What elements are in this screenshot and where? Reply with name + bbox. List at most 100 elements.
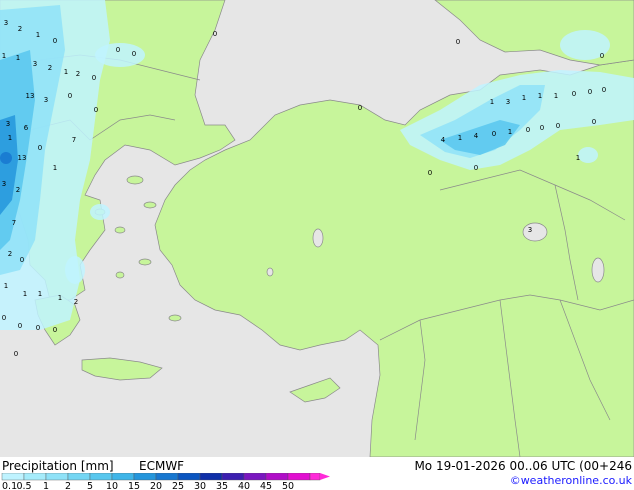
map-value: 0 bbox=[53, 37, 57, 45]
scale-swatch bbox=[133, 473, 157, 481]
scale-swatch bbox=[265, 473, 289, 481]
lake bbox=[266, 267, 274, 277]
map-value: 0 bbox=[53, 326, 57, 334]
lake bbox=[312, 228, 324, 248]
map-value: 1 bbox=[576, 154, 580, 162]
precip-max bbox=[0, 152, 12, 164]
scale-swatch bbox=[221, 473, 245, 481]
map-value: 2 bbox=[76, 70, 80, 78]
scale-label: 1 bbox=[43, 481, 49, 490]
map-value: 3 bbox=[2, 180, 6, 188]
map-value: 2 bbox=[8, 250, 12, 258]
scale-label: 45 bbox=[260, 481, 272, 490]
scale-swatch bbox=[1, 473, 25, 481]
map-value: 0 bbox=[36, 324, 40, 332]
map-value: 0 bbox=[38, 144, 42, 152]
map-value: 0 bbox=[526, 126, 530, 134]
map-value: 3 bbox=[6, 120, 10, 128]
map-value: 0 bbox=[14, 350, 18, 358]
map-value: 7 bbox=[72, 136, 76, 144]
map-value: 0 bbox=[18, 322, 22, 330]
map-value: 0 bbox=[20, 256, 24, 264]
island bbox=[143, 201, 157, 209]
valid-time: Mo 19-01-2026 00..06 UTC (00+246 bbox=[414, 459, 632, 473]
scale-label: 20 bbox=[150, 481, 162, 490]
scale-label: 10 bbox=[106, 481, 118, 490]
scale-label: 0.1 bbox=[2, 481, 17, 490]
map-value: 0 bbox=[92, 74, 96, 82]
scale-label: 15 bbox=[128, 481, 140, 490]
map-value: 13 bbox=[18, 154, 27, 162]
scale-label: 50 bbox=[282, 481, 294, 490]
island bbox=[114, 226, 126, 234]
map-title: Precipitation [mm] bbox=[2, 459, 114, 473]
precipitation-map: 321013 2 112 013 3 03 61 701313272011 1 1 200 0 0000… bbox=[0, 0, 634, 457]
map-value: 1 bbox=[16, 54, 20, 62]
island bbox=[168, 314, 182, 322]
scale-swatch bbox=[177, 473, 201, 481]
island bbox=[126, 175, 144, 185]
lake bbox=[591, 257, 605, 283]
map-value: 1 bbox=[2, 52, 6, 60]
map-value: 3 bbox=[4, 19, 8, 27]
scale-swatch bbox=[23, 473, 47, 481]
scale-label: 25 bbox=[172, 481, 184, 490]
precip-light bbox=[65, 256, 85, 284]
map-value: 2 bbox=[18, 25, 22, 33]
map-value: 0 bbox=[540, 124, 544, 132]
map-value: 1 bbox=[38, 290, 42, 298]
scale-label: 35 bbox=[216, 481, 228, 490]
map-value: 7 bbox=[12, 219, 16, 227]
scale-label: 40 bbox=[238, 481, 250, 490]
map-value: 1 bbox=[53, 164, 57, 172]
map-value: 1 bbox=[8, 134, 12, 142]
scale-label: 2 bbox=[65, 481, 71, 490]
map-value: 0 bbox=[474, 164, 478, 172]
map-value: 0 bbox=[68, 92, 72, 100]
scale-swatch bbox=[45, 473, 69, 481]
map-value: 2 bbox=[48, 64, 52, 72]
map-value: 2 bbox=[16, 186, 20, 194]
map-value: 0 bbox=[428, 169, 432, 177]
map-value: 1 bbox=[508, 128, 512, 136]
map-value: 0 bbox=[116, 46, 120, 54]
scale-swatch bbox=[287, 473, 311, 481]
map-value: 0 bbox=[2, 314, 6, 322]
scale-swatch bbox=[111, 473, 135, 481]
map-value: 1 bbox=[554, 92, 558, 100]
map-value: 1 bbox=[458, 134, 462, 142]
map-value: 0 bbox=[358, 104, 362, 112]
map-value: 3 bbox=[528, 226, 532, 234]
scale-arrow bbox=[320, 473, 330, 480]
precip-light bbox=[90, 204, 110, 220]
map-value: 1 bbox=[64, 68, 68, 76]
island bbox=[115, 271, 125, 279]
credit-link[interactable]: ©weatheronline.co.uk bbox=[510, 474, 632, 487]
map-value: 3 bbox=[44, 96, 48, 104]
scale-label: 30 bbox=[194, 481, 206, 490]
map-value: 3 bbox=[506, 98, 510, 106]
scale-swatch bbox=[67, 473, 91, 481]
precip-light bbox=[578, 147, 598, 163]
island bbox=[138, 258, 152, 266]
scale-label: 5 bbox=[87, 481, 93, 490]
scale-swatch bbox=[199, 473, 223, 481]
map-value: 0 bbox=[602, 86, 606, 94]
map-value: 1 bbox=[538, 92, 542, 100]
map-value: 13 bbox=[26, 92, 35, 100]
map-value: 0 bbox=[132, 50, 136, 58]
map-value: 2 bbox=[74, 298, 78, 306]
map-value: 0 bbox=[592, 118, 596, 126]
lake bbox=[522, 222, 548, 242]
map-value: 1 bbox=[58, 294, 62, 302]
map-value: 0 bbox=[588, 88, 592, 96]
map-value: 4 bbox=[441, 136, 446, 144]
map-value: 3 bbox=[33, 60, 37, 68]
scale-label: 0.5 bbox=[16, 481, 31, 490]
map-value: 0 bbox=[492, 130, 496, 138]
map-value: 0 bbox=[94, 106, 98, 114]
map-value: 0 bbox=[213, 30, 217, 38]
map-value: 1 bbox=[490, 98, 494, 106]
map-value: 0 bbox=[556, 122, 560, 130]
map-value: 1 bbox=[4, 282, 8, 290]
